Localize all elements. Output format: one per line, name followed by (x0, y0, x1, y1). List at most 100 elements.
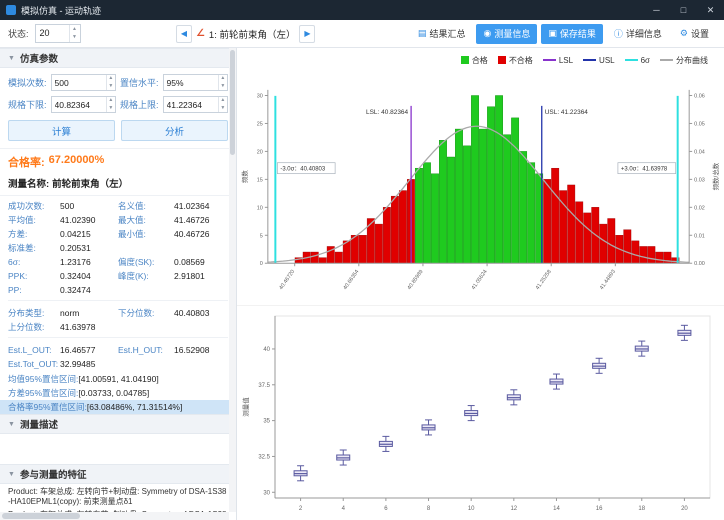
lsl-label: 规格下限: (8, 98, 47, 111)
measurement-selector-value: 1: 前轮前束角（左） (209, 27, 296, 41)
histogram-block: 合格 不合格 LSL USL 6σ 分布曲线 LSL: 40.82364USL:… (237, 48, 724, 306)
svg-text:-3.0σ：40.40803: -3.0σ：40.40803 (280, 167, 326, 173)
detail-icon: ⓘ (614, 27, 623, 40)
gear-icon: ⚙ (680, 28, 688, 39)
svg-text:0.02: 0.02 (694, 205, 705, 211)
stepper-arrows-icon[interactable]: ▲▼ (218, 75, 227, 90)
statistic-row: 标准差:0.20531 (8, 241, 228, 255)
confidence-field[interactable]: ▲▼ (163, 74, 228, 91)
svg-text:40.46720: 40.46720 (278, 269, 296, 291)
detail-info-button[interactable]: ⓘ详细信息 (607, 24, 669, 44)
mean-ci-row: 均值95%置信区间:[41.00591, 41.04190] (0, 372, 236, 386)
svg-text:0.04: 0.04 (694, 149, 705, 155)
svg-text:8: 8 (427, 506, 431, 512)
result-summary-button[interactable]: ▤结果汇总 (411, 24, 473, 44)
svg-text:0: 0 (260, 261, 263, 267)
panel-vertical-scrollbar[interactable] (229, 48, 236, 512)
svg-text:30: 30 (263, 490, 270, 496)
chevron-down-icon: ▼ (8, 421, 15, 428)
svg-text:10: 10 (257, 205, 263, 211)
statistic-row: 平均值:41.02390最大值:41.46726 (8, 213, 228, 227)
svg-text:41.44893: 41.44893 (599, 269, 617, 291)
svg-text:15: 15 (257, 177, 263, 183)
svg-text:频数: 频数 (240, 170, 249, 183)
svg-text:10: 10 (468, 506, 475, 512)
usl-label: 规格上限: (120, 98, 159, 111)
svg-text:16: 16 (596, 506, 603, 512)
legend-sigma[interactable]: 6σ (625, 56, 650, 65)
maximize-button[interactable]: □ (670, 0, 697, 20)
svg-text:频数/总数: 频数/总数 (711, 162, 720, 190)
calculate-button[interactable]: 计算 (8, 120, 115, 141)
svg-text:0.06: 0.06 (694, 93, 705, 99)
measurement-selector: ◀ ∠ 1: 前轮前束角（左） ▶ (176, 25, 316, 43)
sim-count-field[interactable]: ▲▼ (51, 74, 116, 91)
pass-swatch-icon (461, 56, 469, 64)
statistic-row: PP:0.32474 (8, 283, 228, 297)
estimation-table: Est.L_OUT:16.46577Est.H_OUT:16.52908Est.… (0, 340, 236, 372)
stepper-arrows-icon[interactable]: ▲▼ (218, 97, 227, 112)
stepper-down-icon[interactable]: ▼ (70, 34, 80, 43)
settings-button[interactable]: ⚙设置 (673, 24, 716, 44)
analyze-button[interactable]: 分析 (121, 120, 228, 141)
legend-fail[interactable]: 不合格 (498, 55, 533, 66)
next-measurement-button[interactable]: ▶ (299, 25, 315, 43)
list-icon: ▤ (418, 28, 427, 39)
legend-lsl[interactable]: LSL (543, 56, 573, 65)
usl-field[interactable]: ▲▼ (163, 96, 228, 113)
lsl-field[interactable]: ▲▼ (51, 96, 116, 113)
svg-text:40.66354: 40.66354 (342, 269, 360, 291)
app-icon (6, 5, 16, 15)
statistics-table: 成功次数:500名义值:41.02364平均值:41.02390最大值:41.4… (0, 196, 236, 298)
save-result-button[interactable]: ▣保存结果 (541, 24, 603, 44)
legend-curve[interactable]: 分布曲线 (660, 55, 708, 66)
svg-text:35: 35 (263, 419, 270, 425)
statistic-row: 6σ:1.23176偏度(SK):0.08569 (8, 255, 228, 269)
sim-params-header[interactable]: ▼ 仿真参数 (0, 48, 236, 68)
fail-swatch-icon (498, 56, 506, 64)
main-area: ▼ 仿真参数 模拟次数: ▲▼ 置信水平: ▲▼ 规格下限: ▲▼ 规格上限: … (0, 48, 724, 520)
sigma-line-icon (625, 59, 638, 61)
svg-text:41.25258: 41.25258 (535, 269, 553, 291)
distribution-table: 分布类型:norm下分位数:40.40803上分位数:41.63978 (0, 303, 236, 335)
toolbar: 状态: 20 ▲▼ ◀ ∠ 1: 前轮前束角（左） ▶ ▤结果汇总 ◉测量信息 … (0, 20, 724, 48)
svg-text:0.05: 0.05 (694, 121, 705, 127)
statistic-row: 方差:0.04215最小值:40.46726 (8, 227, 228, 241)
measure-desc-header[interactable]: ▼ 测量描述 (0, 414, 236, 434)
action-buttons: 计算 分析 (0, 117, 236, 148)
svg-text:5: 5 (260, 233, 263, 239)
legend-pass[interactable]: 合格 (461, 55, 488, 66)
feature-item[interactable]: Product: 车架总成: 左转向节+制动盘: Symmetry of DSA… (8, 487, 228, 507)
passrate-ci-row[interactable]: 合格率95%置信区间:[63.08486%, 71.31514%] (0, 400, 236, 414)
stepper-arrows-icon[interactable]: ▲▼ (106, 75, 115, 90)
svg-text:测量值: 测量值 (241, 397, 250, 417)
pass-rate-value: 67.20000% (49, 154, 105, 170)
legend-usl[interactable]: USL (583, 56, 615, 65)
angle-measure-icon: ∠ (196, 28, 205, 39)
status-stepper-arrows[interactable]: ▲▼ (69, 25, 80, 42)
svg-text:4: 4 (342, 506, 346, 512)
panel-horizontal-scrollbar[interactable] (0, 512, 229, 520)
curve-line-icon (660, 59, 673, 61)
pass-rate-label: 合格率: (8, 154, 45, 170)
svg-text:USL: 41.22364: USL: 41.22364 (545, 109, 589, 116)
distribution-row: 上分位数:41.63978 (8, 320, 228, 334)
sim-count-label: 模拟次数: (8, 76, 47, 89)
scrollbar-thumb[interactable] (230, 50, 235, 155)
prev-measurement-button[interactable]: ◀ (176, 25, 192, 43)
variance-ci-row: 方差95%置信区间:[0.03733, 0.04785] (0, 386, 236, 400)
minimize-button[interactable]: ─ (643, 0, 670, 20)
svg-text:20: 20 (257, 149, 263, 155)
stepper-arrows-icon[interactable]: ▲▼ (106, 97, 115, 112)
window-title: 模拟仿真 - 运动轨迹 (21, 4, 643, 17)
stepper-up-icon[interactable]: ▲ (70, 25, 80, 34)
scrollbar-thumb[interactable] (2, 513, 80, 519)
close-button[interactable]: ✕ (697, 0, 724, 20)
pass-rate: 合格率: 67.20000% (0, 148, 236, 173)
svg-text:12: 12 (510, 506, 517, 512)
status-stepper[interactable]: 20 ▲▼ (35, 24, 81, 43)
features-header[interactable]: ▼ 参与测量的特征 (0, 464, 236, 484)
status-label: 状态: (8, 27, 29, 40)
measure-info-button[interactable]: ◉测量信息 (476, 24, 537, 44)
status-value[interactable]: 20 (36, 25, 69, 42)
